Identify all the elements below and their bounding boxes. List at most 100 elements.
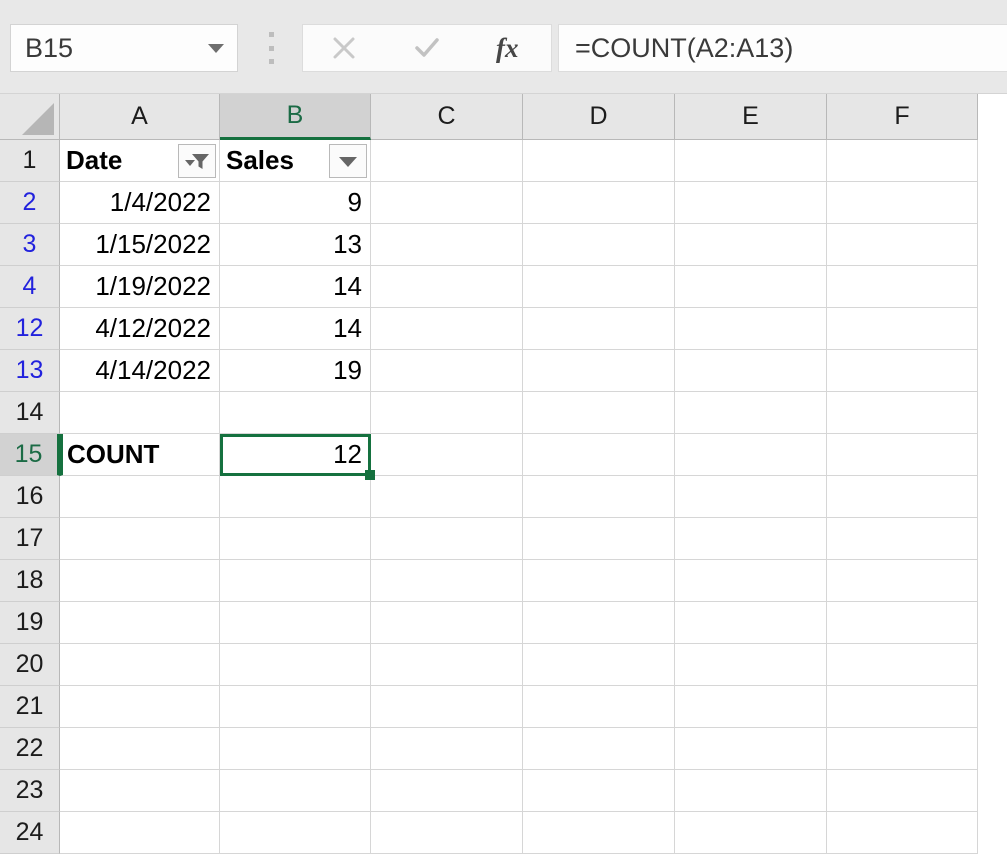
cell-E22[interactable]: [675, 728, 827, 770]
cell-C21[interactable]: [371, 686, 523, 728]
cell-F2[interactable]: [827, 182, 978, 224]
row-header-2[interactable]: 2: [0, 182, 60, 224]
cell-E1[interactable]: [675, 140, 827, 182]
row-header-1[interactable]: 1: [0, 140, 60, 182]
cell-B22[interactable]: [220, 728, 371, 770]
cell-D24[interactable]: [523, 812, 675, 854]
cell-C17[interactable]: [371, 518, 523, 560]
cell-F12[interactable]: [827, 308, 978, 350]
cell-F20[interactable]: [827, 644, 978, 686]
row-header-4[interactable]: 4: [0, 266, 60, 308]
cell-A18[interactable]: [60, 560, 220, 602]
cell-C19[interactable]: [371, 602, 523, 644]
cell-C15[interactable]: [371, 434, 523, 476]
filter-button-a[interactable]: [178, 144, 216, 178]
cell-E3[interactable]: [675, 224, 827, 266]
cell-E18[interactable]: [675, 560, 827, 602]
cell-D3[interactable]: [523, 224, 675, 266]
row-header-15[interactable]: 15: [0, 434, 60, 476]
filter-button-b[interactable]: [329, 144, 367, 178]
row-header-20[interactable]: 20: [0, 644, 60, 686]
cell-E12[interactable]: [675, 308, 827, 350]
cell-E23[interactable]: [675, 770, 827, 812]
cell-F24[interactable]: [827, 812, 978, 854]
row-header-23[interactable]: 23: [0, 770, 60, 812]
cell-B13[interactable]: 19: [220, 350, 371, 392]
cell-B21[interactable]: [220, 686, 371, 728]
name-box-dropdown-icon[interactable]: [195, 44, 237, 53]
row-header-3[interactable]: 3: [0, 224, 60, 266]
cell-C12[interactable]: [371, 308, 523, 350]
cell-D15[interactable]: [523, 434, 675, 476]
cell-D20[interactable]: [523, 644, 675, 686]
cell-A4[interactable]: 1/19/2022: [60, 266, 220, 308]
row-header-22[interactable]: 22: [0, 728, 60, 770]
cell-E13[interactable]: [675, 350, 827, 392]
fill-handle[interactable]: [365, 470, 375, 480]
row-header-12[interactable]: 12: [0, 308, 60, 350]
cell-F16[interactable]: [827, 476, 978, 518]
cell-B3[interactable]: 13: [220, 224, 371, 266]
cancel-button[interactable]: [303, 25, 386, 71]
cell-D14[interactable]: [523, 392, 675, 434]
cell-B2[interactable]: 9: [220, 182, 371, 224]
cell-F21[interactable]: [827, 686, 978, 728]
cell-F15[interactable]: [827, 434, 978, 476]
cell-B16[interactable]: [220, 476, 371, 518]
cell-A13[interactable]: 4/14/2022: [60, 350, 220, 392]
name-box[interactable]: B15: [10, 24, 238, 72]
row-header-13[interactable]: 13: [0, 350, 60, 392]
cell-A17[interactable]: [60, 518, 220, 560]
cell-F1[interactable]: [827, 140, 978, 182]
cell-E17[interactable]: [675, 518, 827, 560]
cell-F17[interactable]: [827, 518, 978, 560]
cell-B14[interactable]: [220, 392, 371, 434]
cell-E24[interactable]: [675, 812, 827, 854]
cell-D4[interactable]: [523, 266, 675, 308]
row-header-16[interactable]: 16: [0, 476, 60, 518]
cell-C4[interactable]: [371, 266, 523, 308]
row-header-19[interactable]: 19: [0, 602, 60, 644]
cell-D2[interactable]: [523, 182, 675, 224]
cell-B19[interactable]: [220, 602, 371, 644]
cell-F4[interactable]: [827, 266, 978, 308]
cell-A21[interactable]: [60, 686, 220, 728]
cell-C2[interactable]: [371, 182, 523, 224]
cell-A15[interactable]: COUNT: [60, 434, 220, 476]
cell-A14[interactable]: [60, 392, 220, 434]
cell-A23[interactable]: [60, 770, 220, 812]
formula-bar-grip-handle[interactable]: [266, 32, 276, 64]
cell-D22[interactable]: [523, 728, 675, 770]
cell-B20[interactable]: [220, 644, 371, 686]
cell-E2[interactable]: [675, 182, 827, 224]
cell-D17[interactable]: [523, 518, 675, 560]
cell-E19[interactable]: [675, 602, 827, 644]
cell-A16[interactable]: [60, 476, 220, 518]
cell-B4[interactable]: 14: [220, 266, 371, 308]
select-all-button[interactable]: [0, 94, 60, 140]
cell-D21[interactable]: [523, 686, 675, 728]
cell-B12[interactable]: 14: [220, 308, 371, 350]
cell-C24[interactable]: [371, 812, 523, 854]
cell-F14[interactable]: [827, 392, 978, 434]
cell-C1[interactable]: [371, 140, 523, 182]
cell-E20[interactable]: [675, 644, 827, 686]
row-header-14[interactable]: 14: [0, 392, 60, 434]
formula-input[interactable]: =COUNT(A2:A13): [558, 24, 1007, 72]
cell-A12[interactable]: 4/12/2022: [60, 308, 220, 350]
cell-F3[interactable]: [827, 224, 978, 266]
cell-F23[interactable]: [827, 770, 978, 812]
cell-F13[interactable]: [827, 350, 978, 392]
cell-D19[interactable]: [523, 602, 675, 644]
cell-B23[interactable]: [220, 770, 371, 812]
cell-B18[interactable]: [220, 560, 371, 602]
row-header-24[interactable]: 24: [0, 812, 60, 854]
column-header-c[interactable]: C: [371, 94, 523, 140]
row-header-18[interactable]: 18: [0, 560, 60, 602]
cell-C18[interactable]: [371, 560, 523, 602]
column-header-f[interactable]: F: [827, 94, 978, 140]
cell-F18[interactable]: [827, 560, 978, 602]
cell-B15[interactable]: 12: [220, 434, 371, 476]
cell-E15[interactable]: [675, 434, 827, 476]
cell-A3[interactable]: 1/15/2022: [60, 224, 220, 266]
